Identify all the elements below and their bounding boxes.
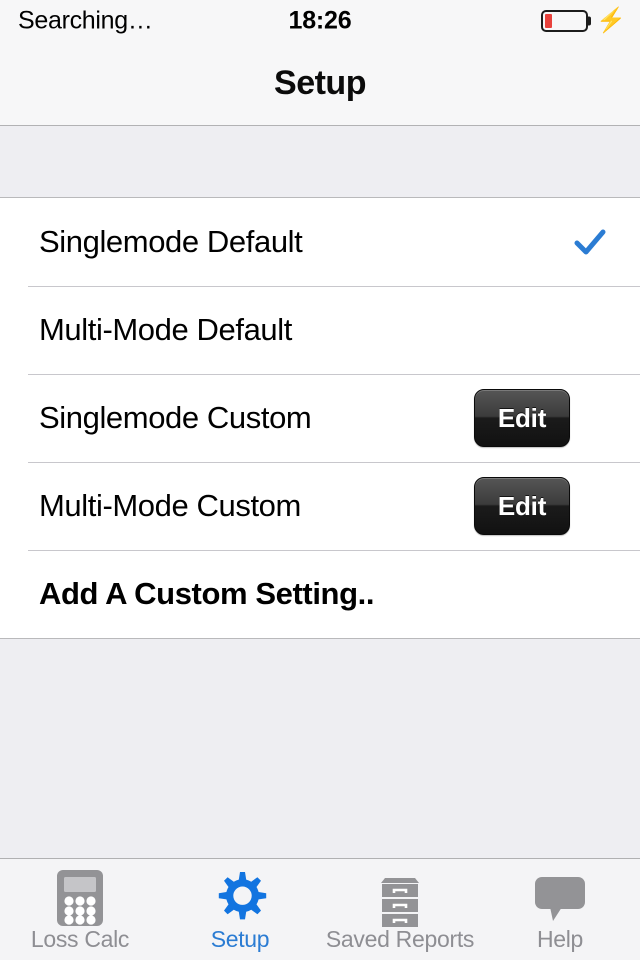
settings-table[interactable]: Singlemode Default Multi-Mode Default Si… [0,126,640,858]
table-row[interactable]: Singlemode Default [0,198,640,286]
status-bar-clock: 18:26 [288,6,352,35]
page-title: Setup [274,64,366,102]
section-header-spacer [0,126,640,197]
speech-bubble-icon [528,868,592,928]
calculator-icon [48,868,112,928]
table-row-label: Multi-Mode Default [39,312,292,347]
tab-saved-reports[interactable]: Saved Reports [320,859,480,960]
tab-setup[interactable]: Setup [160,859,320,960]
edit-button[interactable]: Edit [474,477,570,535]
tab-label: Saved Reports [325,926,475,952]
navigation-bar: Setup [0,42,640,126]
add-custom-setting-label: Add A Custom Setting.. [39,576,375,611]
status-bar: Searching… 18:26 ⚡ [0,0,640,42]
table-row-label: Singlemode Custom [39,400,312,435]
table-row[interactable]: Add A Custom Setting.. [0,550,640,638]
table-row[interactable]: Singlemode Custom Edit [0,374,640,462]
settings-section: Singlemode Default Multi-Mode Default Si… [0,197,640,639]
file-cabinet-icon [368,868,432,928]
table-empty-area [0,639,640,858]
battery-low-icon [541,10,592,32]
tab-label: Loss Calc [30,926,130,952]
edit-button[interactable]: Edit [474,389,570,447]
table-row[interactable]: Multi-Mode Custom Edit [0,462,640,550]
tab-label: Setup [210,926,270,952]
tab-help[interactable]: Help [480,859,640,960]
tab-bar: Loss Calc Setup Saved Reports Help [0,858,640,960]
tab-loss-calc[interactable]: Loss Calc [0,859,160,960]
lightning-bolt-icon: ⚡ [596,7,626,34]
tab-label: Help [536,926,584,952]
battery-fill [545,14,553,28]
table-row[interactable]: Multi-Mode Default [0,286,640,374]
table-row-label: Multi-Mode Custom [39,488,301,523]
table-row-label: Singlemode Default [39,224,303,259]
app-screen: Searching… 18:26 ⚡ Setup Singlemode Defa… [0,0,640,960]
carrier-status-label: Searching… [18,6,153,35]
status-bar-right-group: ⚡ [541,9,626,33]
battery-nub [587,16,592,26]
gear-icon [208,868,272,928]
checkmark-icon [571,223,609,261]
